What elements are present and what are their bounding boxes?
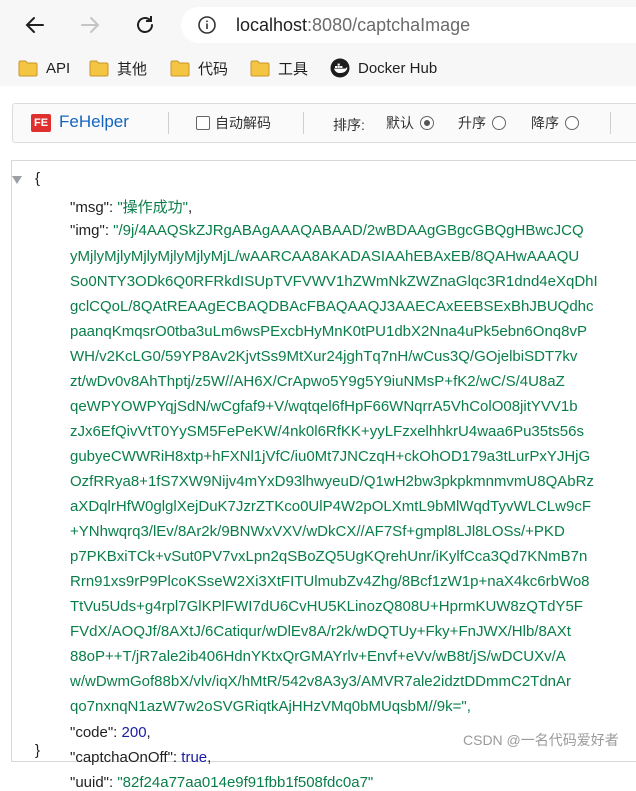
json-key: "uuid": xyxy=(70,774,114,791)
refresh-icon xyxy=(137,16,153,33)
radio-selected-icon[interactable] xyxy=(420,116,434,130)
json-string-continuation: FVdX/AOQJf/8AXtJ/6Catiqur/wDlEv8A/r2k/wD… xyxy=(70,623,571,640)
url-host: localhost xyxy=(236,15,308,35)
divider xyxy=(610,112,611,134)
sort-option-label: 升序 xyxy=(458,115,486,131)
json-viewer: { "msg": "操作成功", "img": "/9j/4AAQSkZJRgA… xyxy=(11,160,636,791)
json-string-continuation: w/wDwmGof88bX/vlv/iqX/hMtR/542v8A3y3/AMV… xyxy=(70,673,572,690)
json-row-msg: "msg": "操作成功", xyxy=(70,199,193,216)
json-string-continuation: gubyeCWWRiH8xtp+hFXNl1jVfC/iu0Mt7JNCzqH+… xyxy=(70,448,591,465)
arrow-left-icon xyxy=(25,17,44,33)
bookmark-label: 代码 xyxy=(198,60,229,78)
sort-label: 排序: xyxy=(333,117,365,133)
bookmark-other[interactable]: 其他 xyxy=(89,57,147,79)
divider xyxy=(303,112,304,134)
folder-icon xyxy=(18,60,38,76)
json-string-value: "82f24a77aa014e9f91fbb1f508fdc0a7" xyxy=(117,774,374,791)
json-string-continuation: WH/v2KcLG0/59YP8Av2KjvtSs9MtXur24jghTq7n… xyxy=(70,348,578,365)
json-string-value: "操作成功" xyxy=(117,199,188,216)
address-bar[interactable]: localhost:8080/captchaImage xyxy=(181,7,636,43)
json-string-continuation: Rrn91xs9rP9PlcoKSseW2Xi3XtFITUlmubZv4Zhg… xyxy=(70,573,590,590)
json-string-continuation: zt/wDv0v8AhThptj/z5W//AH6X/CrApwo5Y9g5Y9… xyxy=(70,373,565,390)
url-text: localhost:8080/captchaImage xyxy=(236,15,470,36)
divider xyxy=(168,112,169,134)
arrow-right-icon xyxy=(81,17,100,33)
fehelper-logo-icon: FE xyxy=(31,114,51,132)
url-path: :8080/captchaImage xyxy=(307,15,471,35)
json-row-code: "code": 200, xyxy=(70,724,151,741)
json-number-value: 200 xyxy=(121,724,147,741)
refresh-button[interactable] xyxy=(132,12,158,38)
json-string-continuation: +YNhwqrq3/lEv/8Ar2k/9BNWxVXV/wDkCX//AF7S… xyxy=(70,523,565,540)
json-string-continuation: qo7nxnqN1azW7w2oSVGRiqtkAjHHzVMq0bMUqsbM… xyxy=(70,698,471,715)
bookmarks-bar: API 其他 代码 工具 Docker Hub xyxy=(0,50,636,87)
json-row-captcha: "captchaOnOff": true, xyxy=(70,749,212,766)
forward-button[interactable] xyxy=(77,12,103,38)
open-brace: { xyxy=(35,170,41,187)
sort-desc-radio[interactable]: 降序 xyxy=(531,113,579,133)
json-string-continuation: 88oP++T/jR7ale2ib406HdnYKtxQrGMAYrlv+Env… xyxy=(70,648,566,665)
radio-icon[interactable] xyxy=(565,116,579,130)
json-row-uuid: "uuid": "82f24a77aa014e9f91fbb1f508fdc0a… xyxy=(70,774,373,791)
folder-icon xyxy=(89,60,109,76)
fehelper-bar: FE FeHelper 自动解码 排序: 默认 升序 降序 xyxy=(0,86,636,152)
watermark: CSDN @一名代码爱好者 xyxy=(463,732,619,748)
sort-asc-radio[interactable]: 升序 xyxy=(458,113,506,133)
json-string-value: "/9j/4AAQSkZJRgABAgAAAQABAAD/2wBDAAgGBgc… xyxy=(113,222,584,239)
json-key: "captchaOnOff": xyxy=(70,749,178,766)
radio-icon[interactable] xyxy=(492,116,506,130)
back-button[interactable] xyxy=(22,12,48,38)
bookmark-code[interactable]: 代码 xyxy=(170,57,228,79)
sort-default-radio[interactable]: 默认 xyxy=(386,113,434,133)
checkbox-box[interactable] xyxy=(196,116,210,130)
json-row-img: "img": "/9j/4AAQSkZJRgABAgAAAQABAAD/2wBD… xyxy=(70,222,584,239)
json-string-continuation: p7PKBxiTCk+vSut0PV7vxLpn2qSBoZQ5UgKQrehU… xyxy=(70,548,588,565)
collapse-toggle-icon[interactable] xyxy=(12,176,22,184)
json-key: "msg": xyxy=(70,199,114,216)
json-key: "img": xyxy=(70,222,109,239)
auto-decode-checkbox[interactable]: 自动解码 xyxy=(196,113,271,133)
bookmark-label: API xyxy=(46,59,71,77)
bookmark-docker-hub[interactable]: Docker Hub xyxy=(330,57,437,79)
json-boolean-value: true xyxy=(181,749,208,766)
json-string-continuation: So0NTY3ODk6Q0RFRkdISUpTVFVWV1hZWmNkZWZna… xyxy=(70,273,598,290)
json-string-continuation: paanqKmqsrO0tba3uLm6wsPExcbHyMnK0tPU1dbX… xyxy=(70,323,587,340)
bookmark-label: 工具 xyxy=(278,60,309,78)
bookmark-tools[interactable]: 工具 xyxy=(250,57,308,79)
browser-toolbar: localhost:8080/captchaImage xyxy=(0,0,636,50)
json-string-continuation: OzfRRya8+1fS7XW9Nijv4mYxD93lhwyeuD/Q1wH2… xyxy=(70,473,594,490)
json-string-continuation: yMjlyMjlyMjlyMjlyMjlyMjL/wAARCAA8AKADASI… xyxy=(70,248,580,265)
fehelper-toolbar: FE FeHelper 自动解码 排序: 默认 升序 降序 xyxy=(12,103,636,143)
sort-option-label: 降序 xyxy=(531,115,559,131)
json-string-continuation: gclCQoL/8QAtREAAgECBAQDBAcFBAQAAQJ3AAECA… xyxy=(70,298,594,315)
json-string-continuation: qeWPYOWPYqjSdN/wCgfaf9+V/wqtqel6fHpF66WN… xyxy=(70,398,578,415)
bookmark-label: 其他 xyxy=(117,60,148,78)
json-string-continuation: aXDqlrHfW0glglXejDuK7JzrZTKco0UlP4W2pOLX… xyxy=(70,498,591,515)
bookmark-label: Docker Hub xyxy=(358,59,438,77)
auto-decode-label: 自动解码 xyxy=(215,115,271,131)
close-brace: } xyxy=(35,742,41,759)
bookmark-api[interactable]: API xyxy=(18,57,70,79)
folder-icon xyxy=(170,60,190,76)
sort-option-label: 默认 xyxy=(386,115,414,131)
json-key: "code": xyxy=(70,724,118,741)
fehelper-title[interactable]: FeHelper xyxy=(59,112,129,132)
docker-icon xyxy=(330,58,350,78)
info-icon xyxy=(198,16,216,34)
json-string-continuation: zJx6EfQivVtT0YySM5FePeKW/4nk0l6RfKK+yyLF… xyxy=(70,423,584,440)
folder-icon xyxy=(250,60,270,76)
json-string-continuation: TtVu5Uds+g4rpl7GlKPlFWI7dU6CvHU5KLinozQ8… xyxy=(70,598,583,615)
